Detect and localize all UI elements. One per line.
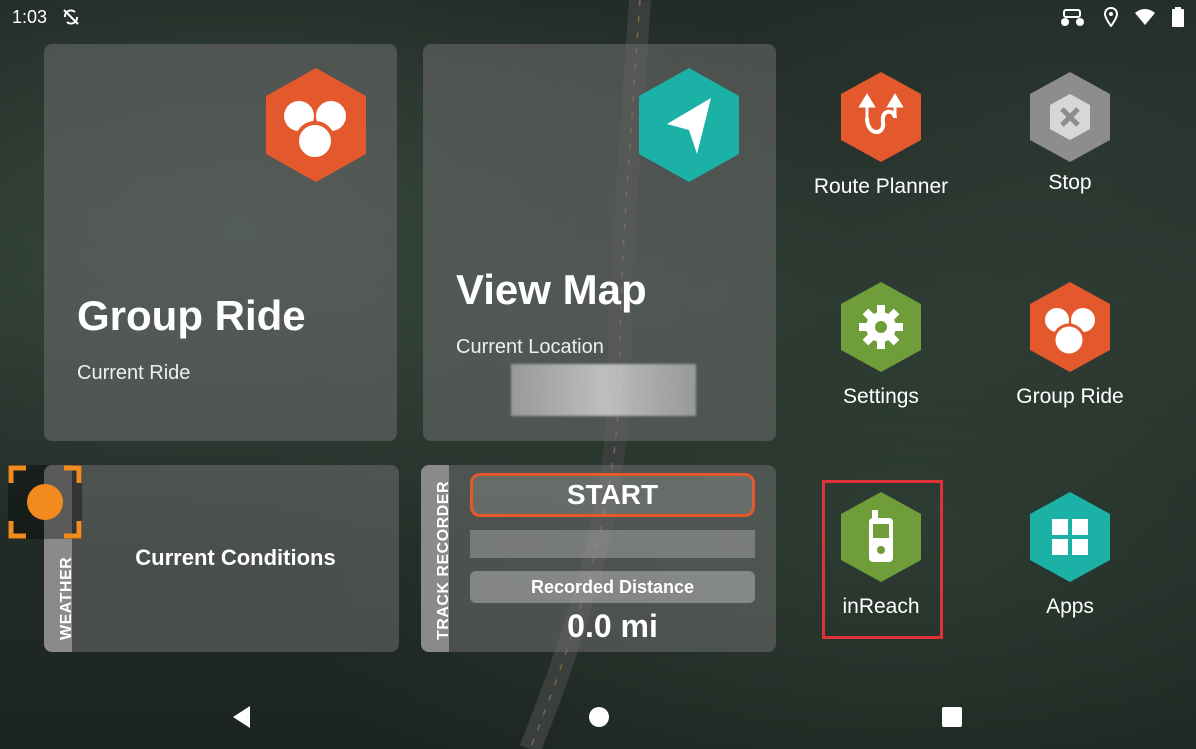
back-icon[interactable] <box>230 704 254 730</box>
group-ride-title: Group Ride <box>77 292 306 339</box>
location-icon <box>1104 7 1118 27</box>
group-ride-subtitle: Current Ride <box>77 362 191 384</box>
recents-icon[interactable] <box>940 704 964 730</box>
group-ride-card[interactable]: Group Ride Current Ride <box>44 44 397 441</box>
focus-target-icon[interactable] <box>8 465 82 539</box>
utv-icon <box>1061 9 1084 26</box>
app-group-ride[interactable]: Group Ride <box>975 280 1165 409</box>
apps-grid-icon <box>1030 492 1110 582</box>
group-ride-icon <box>266 68 366 182</box>
track-recorder-tab-label: TRACK RECORDER <box>435 481 452 640</box>
app-label: Group Ride <box>1016 385 1124 408</box>
track-recorder-tab: TRACK RECORDER <box>421 465 452 652</box>
app-stop[interactable]: Stop <box>975 70 1165 195</box>
status-time: 1:03 <box>12 6 48 27</box>
app-settings[interactable]: Settings <box>786 280 976 409</box>
app-route-planner[interactable]: Route Planner <box>786 70 976 199</box>
app-label: Route Planner <box>813 175 949 198</box>
view-map-title: View Map <box>456 266 647 313</box>
stop-icon <box>1030 72 1110 162</box>
weather-card[interactable]: WEATHER Current Conditions <box>44 465 399 652</box>
wifi-icon <box>1135 9 1155 25</box>
track-progress-bar <box>470 530 755 558</box>
weather-conditions: Current Conditions <box>135 545 336 570</box>
battery-icon <box>1172 7 1184 27</box>
recorded-distance-label: Recorded Distance <box>470 571 755 603</box>
app-label: Stop <box>1048 171 1092 194</box>
status-bar: 1:03 <box>0 0 1196 34</box>
navigation-bar <box>0 690 1196 749</box>
app-label: Settings <box>843 385 919 408</box>
app-apps[interactable]: Apps <box>975 490 1165 619</box>
highlight-box <box>822 480 943 639</box>
navigation-arrow-icon <box>639 68 739 182</box>
recorded-distance-value: 0.0 mi <box>567 608 658 644</box>
app-label: Apps <box>1046 595 1094 618</box>
start-button[interactable]: START <box>470 473 755 517</box>
group-ride-icon <box>1030 282 1110 372</box>
route-planner-icon <box>841 72 921 162</box>
location-redacted <box>511 364 696 416</box>
gear-icon <box>841 282 921 372</box>
view-map-subtitle: Current Location <box>456 336 604 358</box>
no-sync-icon <box>63 9 79 25</box>
home-icon[interactable] <box>587 704 611 730</box>
